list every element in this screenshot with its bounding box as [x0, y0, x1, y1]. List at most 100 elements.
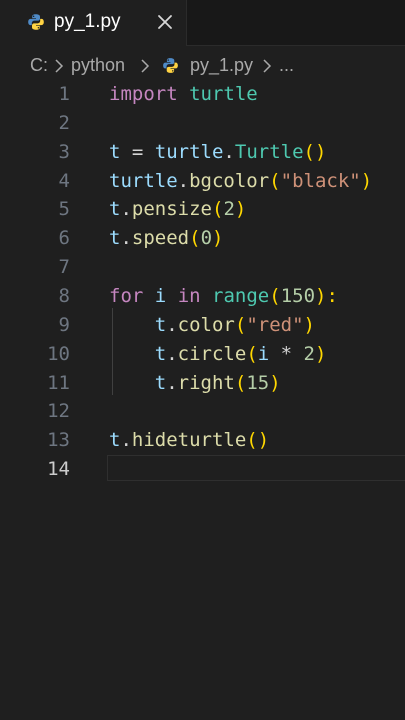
line-number: 11: [47, 371, 70, 394]
line-code: t.hideturtle(): [109, 426, 269, 454]
code-token: Turtle: [234, 140, 304, 163]
line-number: 7: [58, 256, 70, 279]
code-token: 150: [280, 284, 316, 307]
line-number: 9: [58, 313, 70, 336]
line-code: t.color("red"): [109, 311, 315, 339]
code-token: 2: [303, 342, 315, 365]
code-token: ): [212, 227, 224, 250]
code-line[interactable]: 1 import turtle: [0, 80, 405, 108]
code-token: i: [154, 284, 167, 307]
code-token: circle: [177, 342, 247, 365]
line-number: 3: [58, 140, 70, 163]
code-token: ): [315, 342, 327, 365]
code-token: t: [154, 313, 167, 336]
tab-bar: py_1.py: [0, 0, 405, 46]
line-number: 13: [47, 429, 70, 452]
code-line[interactable]: 5 t.pensize(2): [0, 195, 405, 223]
code-token: 15: [246, 371, 270, 394]
code-token: .: [177, 169, 190, 192]
code-token: pensize: [131, 198, 212, 221]
editor-window: py_1.py C: python py_1.py ... 1 import t…: [0, 0, 405, 720]
code-line[interactable]: 7: [0, 253, 405, 281]
code-line[interactable]: 11 t.right(15): [0, 369, 405, 397]
tab-label: py_1.py: [54, 11, 121, 32]
code-token: .: [223, 140, 235, 163]
code-token: .: [166, 371, 178, 394]
code-token: in: [177, 284, 201, 307]
code-token: i: [257, 342, 270, 365]
code-token: .: [120, 429, 132, 452]
code-token: for: [109, 284, 144, 307]
code-token: ): [269, 371, 281, 394]
code-token: 0: [200, 227, 213, 250]
code-token: (: [246, 342, 258, 365]
code-token: t: [109, 227, 121, 250]
code-token: *: [269, 342, 304, 365]
tab-py-1[interactable]: py_1.py: [0, 0, 187, 46]
code-line[interactable]: 10 t.circle(i * 2): [0, 340, 405, 368]
code-token: turtle: [189, 83, 258, 105]
code-line[interactable]: 6 t.speed(0): [0, 224, 405, 252]
line-code: t.right(15): [109, 369, 281, 397]
code-token: t: [109, 140, 121, 163]
code-line[interactable]: 12: [0, 397, 405, 425]
code-token: (: [189, 227, 201, 250]
code-token: ): [234, 198, 247, 221]
line-code: t.pensize(2): [109, 195, 246, 223]
breadcrumb-folder[interactable]: python: [71, 55, 125, 76]
code-token: (): [303, 140, 327, 163]
code-token: "red": [246, 313, 304, 336]
code-token: (: [234, 371, 247, 394]
code-token: =: [120, 140, 155, 163]
line-number: 10: [47, 342, 70, 365]
code-token: range: [212, 284, 270, 307]
code-token: (: [234, 313, 247, 336]
code-token: t: [109, 429, 121, 452]
code-line[interactable]: 14: [0, 455, 405, 483]
line-code: import turtle: [109, 80, 258, 108]
code-token: "black": [280, 169, 361, 192]
code-token: .: [120, 198, 132, 221]
line-number: 4: [58, 169, 70, 192]
line-code: turtle.bgcolor("black"): [109, 167, 372, 195]
code-token: bgcolor: [189, 169, 270, 192]
code-token: t: [154, 342, 167, 365]
code-token: import: [109, 83, 178, 105]
code-line[interactable]: 9 t.color("red"): [0, 311, 405, 339]
breadcrumb-file[interactable]: py_1.py: [190, 55, 253, 76]
close-icon[interactable]: [155, 12, 175, 32]
line-number: 2: [58, 111, 70, 134]
line-number: 12: [47, 400, 70, 423]
chevron-right-icon: [263, 59, 272, 73]
code-token: hideturtle: [131, 429, 247, 452]
code-token: color: [177, 313, 235, 336]
code-editor[interactable]: 1 import turtle 2 3 t = turtle.Turtle() 4 turt…: [0, 83, 405, 720]
line-code: t.circle(i * 2): [109, 340, 327, 368]
line-code: t = turtle.Turtle(): [109, 138, 326, 166]
code-line[interactable]: 4 turtle.bgcolor("black"): [0, 167, 405, 195]
code-token: turtle: [109, 169, 178, 192]
breadcrumb-more[interactable]: ...: [279, 55, 294, 76]
code-token: (: [211, 198, 224, 221]
code-line[interactable]: 8 for i in range(150):: [0, 282, 405, 310]
breadcrumb-drive[interactable]: C:: [30, 55, 48, 76]
code-token: ):: [315, 284, 338, 307]
code-token: .: [166, 342, 178, 365]
code-token: right: [177, 371, 235, 394]
code-token: (: [269, 284, 281, 307]
code-line[interactable]: 3 t = turtle.Turtle(): [0, 138, 405, 166]
line-code: for i in range(150):: [109, 282, 338, 310]
line-number: 1: [58, 83, 70, 105]
chevron-right-icon: [141, 59, 150, 73]
code-token: ): [303, 313, 315, 336]
code-token: speed: [131, 227, 190, 250]
code-line[interactable]: 13 t.hideturtle(): [0, 426, 405, 454]
code-line[interactable]: 2: [0, 109, 405, 137]
python-icon: [163, 58, 178, 73]
